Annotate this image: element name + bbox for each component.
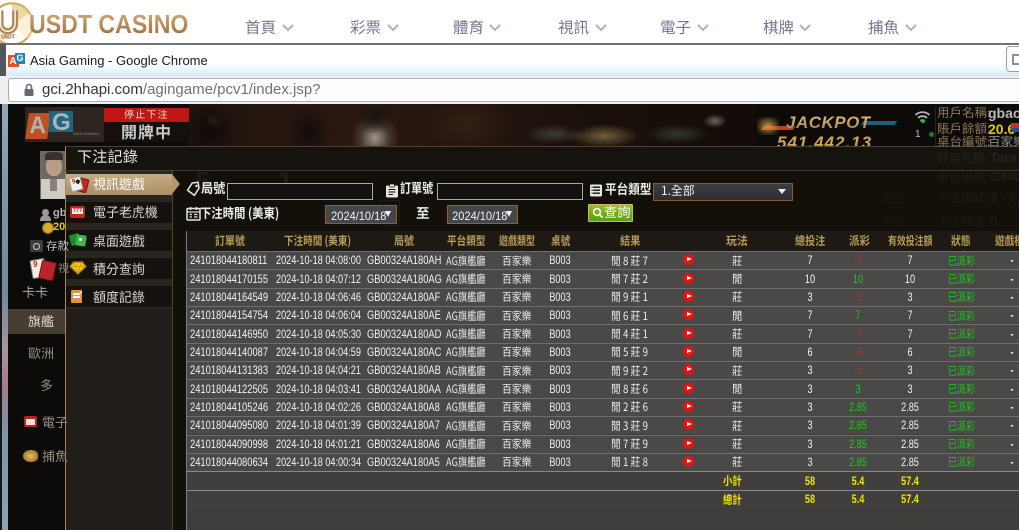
svg-text:USDT: USDT (1, 35, 15, 41)
